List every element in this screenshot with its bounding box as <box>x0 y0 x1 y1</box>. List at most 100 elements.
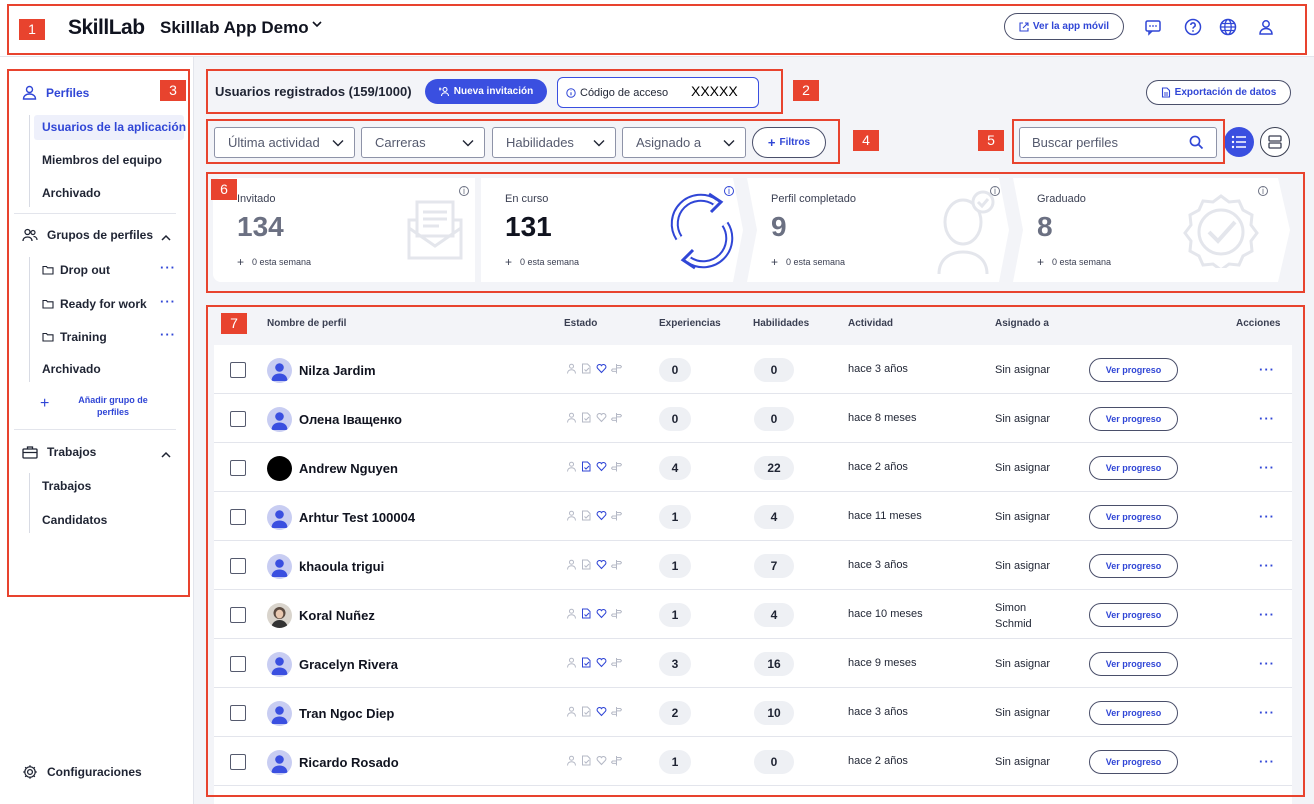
table-row[interactable]: Arhtur Test 100004 1 4 hace 11 meses Sin asi… <box>214 492 1292 541</box>
app-name[interactable]: Skilllab App Demo <box>160 18 309 38</box>
more-options-icon[interactable]: ··· <box>1259 509 1275 524</box>
table-row[interactable]: Koral Nuñez 1 4 hace 10 meses Simon Schmid Ve… <box>214 590 1292 639</box>
globe-icon[interactable] <box>1218 17 1238 37</box>
stat-card-invited[interactable]: Invitado 134 +0 esta semana i <box>213 178 475 282</box>
sidebar-item-jobs[interactable]: Trabajos <box>42 479 91 493</box>
sidebar-jobs[interactable]: Trabajos <box>22 445 96 459</box>
view-progress-button[interactable]: Ver progreso <box>1089 358 1178 382</box>
more-options-icon[interactable]: ··· <box>1259 607 1275 622</box>
view-progress-button[interactable]: Ver progreso <box>1089 701 1178 725</box>
table-row[interactable]: Andrew Nguyen 4 22 hace 2 años Sin asignar Ve… <box>214 443 1292 492</box>
column-experiences[interactable]: Experiencias <box>659 318 721 329</box>
table-row[interactable]: Tran Ngoc Diep 2 10 hace 3 años Sin asignar V… <box>214 688 1292 737</box>
skills-count: 0 <box>754 358 794 382</box>
column-activity[interactable]: Actividad <box>848 318 893 329</box>
chevron-down-icon[interactable] <box>311 17 323 33</box>
skills-dropdown[interactable]: Habilidades <box>492 127 616 158</box>
row-checkbox[interactable] <box>230 558 246 574</box>
sidebar-profile-groups[interactable]: Grupos de perfiles <box>22 228 153 242</box>
column-status[interactable]: Estado <box>564 318 597 329</box>
row-checkbox[interactable] <box>230 362 246 378</box>
sidebar-item-app-users[interactable]: Usuarios de la aplicación <box>42 120 186 134</box>
row-checkbox[interactable] <box>230 705 246 721</box>
sidebar-item-candidates[interactable]: Candidatos <box>42 513 107 527</box>
assigned-dropdown[interactable]: Asignado a <box>622 127 746 158</box>
chevron-up-icon[interactable] <box>160 447 172 465</box>
profile-name[interactable]: Ricardo Rosado <box>299 755 399 770</box>
row-checkbox[interactable] <box>230 411 246 427</box>
careers-dropdown[interactable]: Carreras <box>361 127 485 158</box>
more-options-icon[interactable]: ··· <box>1259 460 1275 475</box>
help-icon[interactable] <box>1183 17 1203 37</box>
column-name[interactable]: Nombre de perfil <box>267 318 346 329</box>
plus-icon[interactable]: + <box>40 395 49 413</box>
view-progress-button[interactable]: Ver progreso <box>1089 456 1178 480</box>
card-view-button[interactable] <box>1260 127 1290 157</box>
view-progress-button[interactable]: Ver progreso <box>1089 505 1178 529</box>
view-progress-button[interactable]: Ver progreso <box>1089 652 1178 676</box>
chat-icon[interactable] <box>1143 17 1163 37</box>
stat-card-graduated[interactable]: Graduado 8 +0 esta semana i <box>1013 178 1290 282</box>
sidebar-item-archived[interactable]: Archivado <box>42 186 101 200</box>
stat-card-in-progress[interactable]: En curso 131 +0 esta semana i <box>481 178 743 282</box>
sidebar-item-team-members[interactable]: Miembros del equipo <box>42 153 162 167</box>
chevron-up-icon[interactable] <box>160 230 172 248</box>
view-progress-button[interactable]: Ver progreso <box>1089 750 1178 774</box>
more-options-icon[interactable]: ··· <box>1259 558 1275 573</box>
table-row[interactable]: Nilza Jardim 0 0 hace 3 años Sin asignar Ver … <box>214 345 1292 394</box>
more-options-icon[interactable]: ··· <box>1259 754 1275 769</box>
row-checkbox[interactable] <box>230 509 246 525</box>
annotation-label: 7 <box>221 313 247 334</box>
profile-name[interactable]: Andrew Nguyen <box>299 461 398 476</box>
more-options-icon[interactable]: ··· <box>160 327 176 342</box>
table-row[interactable]: khaoula trigui 1 7 hace 3 años Sin asignar Ve… <box>214 541 1292 590</box>
table-row[interactable]: Gracelyn Rivera 3 16 hace 9 meses Sin asigna… <box>214 639 1292 688</box>
profile-name[interactable]: Gracelyn Rivera <box>299 657 398 672</box>
info-icon[interactable]: i <box>459 186 469 196</box>
view-progress-button[interactable]: Ver progreso <box>1089 554 1178 578</box>
profile-name[interactable]: khaoula trigui <box>299 559 384 574</box>
user-icon[interactable] <box>1256 17 1276 37</box>
more-options-icon[interactable]: ··· <box>1259 656 1275 671</box>
row-checkbox[interactable] <box>230 656 246 672</box>
column-assigned[interactable]: Asignado a <box>995 318 1049 329</box>
column-skills[interactable]: Habilidades <box>753 318 809 329</box>
info-icon[interactable]: i <box>1258 186 1268 196</box>
view-progress-button[interactable]: Ver progreso <box>1089 603 1178 627</box>
row-checkbox[interactable] <box>230 607 246 623</box>
more-options-icon[interactable]: ··· <box>160 260 176 275</box>
search-input[interactable]: Buscar perfiles <box>1019 127 1217 158</box>
profile-name[interactable]: Tran Ngoc Diep <box>299 706 394 721</box>
add-group-button[interactable]: Añadir grupo de perfiles <box>68 394 158 418</box>
assigned-value: Sin asignar <box>995 462 1051 474</box>
row-checkbox[interactable] <box>230 460 246 476</box>
data-export-button[interactable]: Exportación de datos <box>1146 80 1291 105</box>
filters-button[interactable]: + Filtros <box>752 127 826 158</box>
table-row[interactable]: Ricardo Rosado 1 0 hace 2 años Sin asignar Ve… <box>214 737 1292 786</box>
profile-name[interactable]: Nilza Jardim <box>299 363 376 378</box>
sidebar-profiles[interactable]: Perfiles <box>22 85 89 100</box>
table-row[interactable]: Олена Іващенко 0 0 hace 8 meses Sin asignar V… <box>214 394 1292 443</box>
more-options-icon[interactable]: ··· <box>1259 362 1275 377</box>
stat-card-profile-completed[interactable]: Perfil completado 9 +0 esta semana i <box>747 178 1009 282</box>
new-invitation-button[interactable]: Nueva invitación <box>425 79 547 104</box>
sidebar-settings[interactable]: Configuraciones <box>22 764 142 780</box>
row-checkbox[interactable] <box>230 754 246 770</box>
profile-name[interactable]: Олена Іващенко <box>299 412 402 427</box>
last-activity-dropdown[interactable]: Última actividad <box>214 127 355 158</box>
group-drop-out[interactable]: Drop out <box>42 263 110 277</box>
list-view-button[interactable] <box>1224 127 1254 157</box>
mobile-app-button[interactable]: Ver la app móvil <box>1004 13 1124 40</box>
group-ready-for-work[interactable]: Ready for work <box>42 297 147 311</box>
more-options-icon[interactable]: ··· <box>1259 411 1275 426</box>
more-options-icon[interactable]: ··· <box>1259 705 1275 720</box>
skilllab-logo[interactable]: SkillLab <box>68 16 145 40</box>
profile-name[interactable]: Arhtur Test 100004 <box>299 510 415 525</box>
sidebar-item-groups-archived[interactable]: Archivado <box>42 362 101 376</box>
assigned-value: Sin asignar <box>995 364 1051 376</box>
view-progress-button[interactable]: Ver progreso <box>1089 407 1178 431</box>
signpost-icon <box>611 413 622 423</box>
more-options-icon[interactable]: ··· <box>160 294 176 309</box>
group-training[interactable]: Training <box>42 330 107 344</box>
profile-name[interactable]: Koral Nuñez <box>299 608 375 623</box>
